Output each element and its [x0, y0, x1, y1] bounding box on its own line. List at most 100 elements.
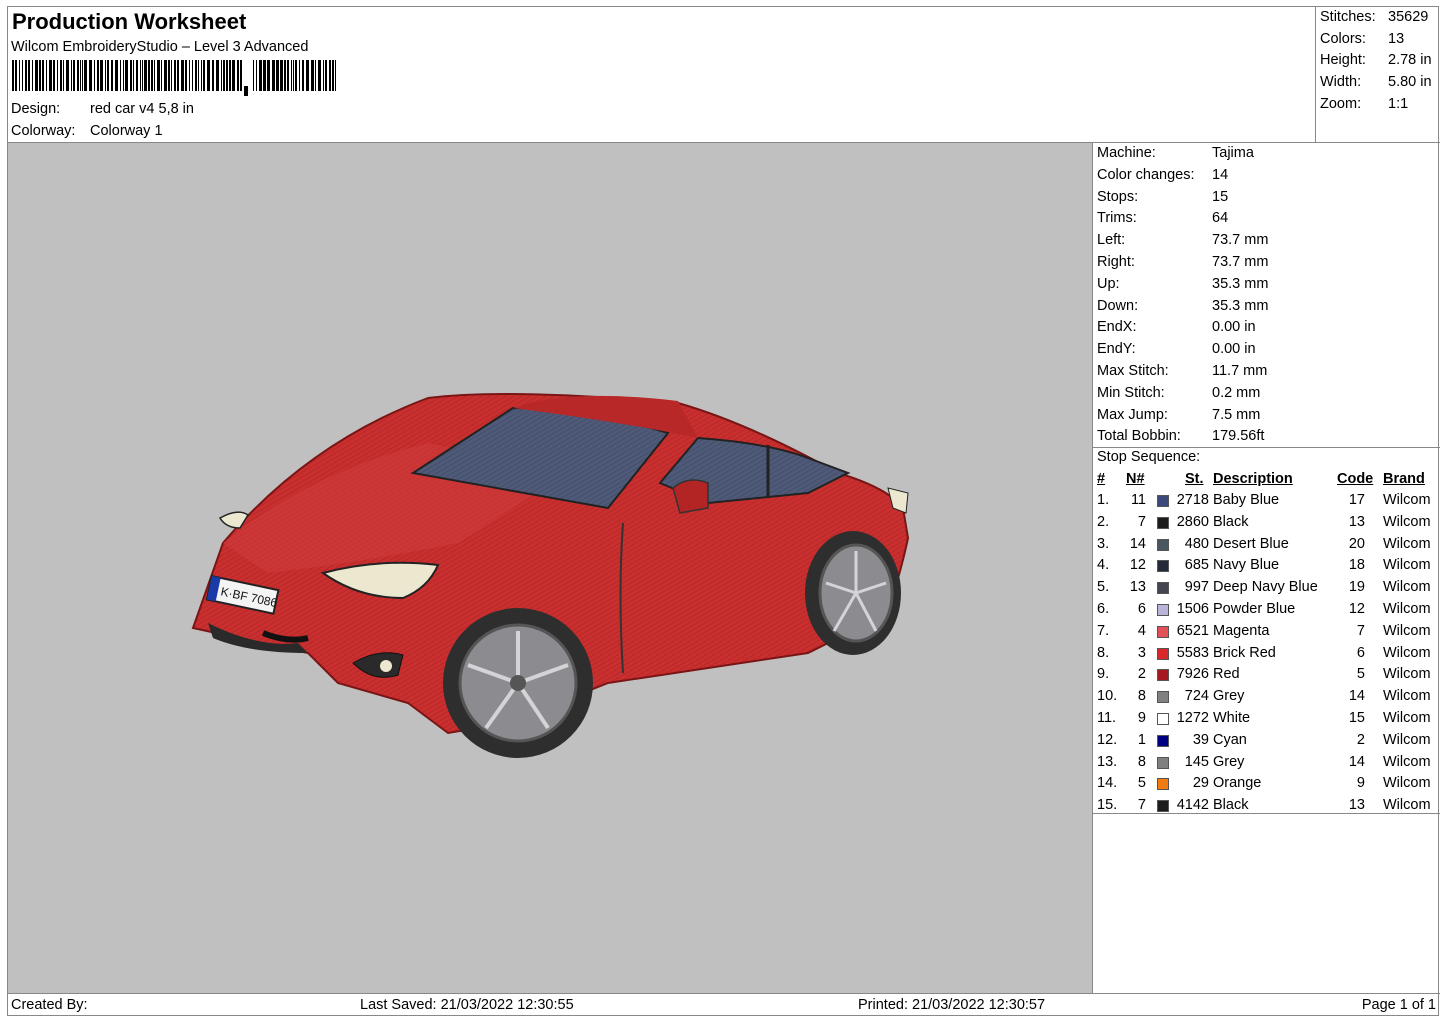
row-needle: 9	[1137, 710, 1146, 726]
stop-sequence-title: Stop Sequence:	[1097, 449, 1201, 465]
info-value: 0.00 in	[1212, 341, 1256, 358]
info-value: 7.5 mm	[1212, 406, 1261, 423]
row-code: 15	[1348, 710, 1365, 726]
info-value: 0.00 in	[1212, 319, 1256, 336]
row-code: 2	[1356, 731, 1365, 748]
zoom-row: Zoom: 1:1	[1320, 96, 1408, 112]
row-code: 6	[1356, 644, 1365, 661]
production-worksheet: Production Worksheet Wilcom EmbroiderySt…	[7, 6, 1440, 1016]
col-needle: N#	[1126, 471, 1145, 487]
row-stitches: 1506	[1176, 601, 1209, 617]
info-label: Left:	[1097, 232, 1126, 249]
row-needle: 14	[1129, 535, 1146, 552]
info-label: Max Jump:	[1097, 406, 1168, 423]
info-label: EndY:	[1097, 341, 1136, 358]
info-value: 64	[1212, 210, 1229, 227]
machine-info-row: Max Jump: 7.5 mm	[1097, 407, 1260, 423]
row-description: Grey	[1213, 688, 1245, 705]
divider	[1093, 813, 1440, 814]
width-label: Width:	[1320, 74, 1362, 90]
row-stitches: 685	[1184, 557, 1209, 574]
row-brand: Wilcom	[1383, 775, 1431, 792]
row-code: 7	[1356, 622, 1365, 639]
row-description: Navy Blue	[1213, 557, 1280, 574]
row-num: 2.	[1097, 513, 1110, 530]
row-num: 12.	[1097, 731, 1118, 748]
col-stitches: St.	[1185, 471, 1204, 487]
info-label: Color changes:	[1097, 166, 1195, 183]
machine-info-row: Left: 73.7 mm	[1097, 232, 1268, 248]
row-code: 13	[1348, 797, 1365, 814]
machine-info-row: Stops: 15	[1097, 189, 1228, 205]
colors-label: Colors:	[1320, 31, 1366, 47]
machine-info-row: EndX: 0.00 in	[1097, 319, 1256, 335]
row-num: 15.	[1097, 797, 1118, 814]
row-code: 18	[1348, 557, 1365, 574]
zoom-label: Zoom:	[1320, 96, 1362, 112]
stop-sequence-row: 13. 8 145 Grey 14 Wilcom	[1097, 754, 1437, 775]
colorway-row: Colorway: Colorway 1	[11, 123, 163, 139]
row-code: 17	[1348, 492, 1365, 508]
colorway-value: Colorway 1	[90, 123, 163, 139]
info-value: 73.7 mm	[1212, 254, 1269, 270]
row-num: 6.	[1097, 601, 1110, 617]
row-description: Grey	[1213, 753, 1245, 770]
row-needle: 13	[1129, 579, 1146, 596]
row-stitches: 39	[1192, 731, 1209, 748]
info-label: EndX:	[1097, 319, 1137, 336]
row-code: 19	[1348, 579, 1365, 596]
row-needle: 4	[1137, 622, 1146, 639]
stop-sequence-row: 3. 14 480 Desert Blue 20 Wilcom	[1097, 536, 1437, 557]
summary-panel: Stitches: 35629 Colors: 13 Height: 2.78 in …	[1315, 7, 1440, 143]
row-brand: Wilcom	[1383, 644, 1431, 661]
row-brand: Wilcom	[1383, 513, 1431, 530]
col-num: #	[1097, 471, 1106, 487]
stitches-row: Stitches: 35629	[1320, 9, 1428, 25]
colors-row: Colors: 13	[1320, 31, 1404, 47]
info-value: 179.56ft	[1212, 428, 1265, 445]
machine-info-row: Total Bobbin: 179.56ft	[1097, 428, 1264, 444]
row-stitches: 4142	[1176, 797, 1209, 814]
info-label: Stops:	[1097, 188, 1139, 205]
machine-info-row: Up: 35.3 mm	[1097, 276, 1268, 292]
info-label: Max Stitch:	[1097, 363, 1169, 379]
row-num: 14.	[1097, 775, 1118, 792]
row-stitches: 1272	[1176, 710, 1209, 726]
machine-info-row: Right: 73.7 mm	[1097, 254, 1268, 270]
zoom-value: 1:1	[1388, 96, 1409, 112]
width-row: Width: 5.80 in	[1320, 74, 1432, 90]
info-label: Up:	[1097, 275, 1120, 292]
row-needle: 12	[1129, 557, 1146, 574]
car-embroidery-image: K·BF 7086	[191, 393, 910, 758]
height-label: Height:	[1320, 52, 1366, 68]
row-num: 3.	[1097, 535, 1110, 552]
page-number: Page 1 of 1	[1361, 997, 1436, 1013]
row-stitches: 480	[1184, 535, 1209, 552]
row-description: Red	[1213, 666, 1240, 683]
row-brand: Wilcom	[1383, 753, 1431, 770]
row-needle: 6	[1137, 601, 1146, 617]
row-stitches: 145	[1184, 753, 1209, 770]
info-label: Down:	[1097, 297, 1139, 314]
machine-info-row: Trims: 64	[1097, 210, 1228, 226]
info-value: 14	[1212, 166, 1229, 183]
created-by: Created By:	[11, 997, 88, 1013]
info-label: Trims:	[1097, 210, 1137, 227]
col-code: Code	[1337, 471, 1374, 487]
info-label: Min Stitch:	[1097, 384, 1165, 401]
info-value: 35.3 mm	[1212, 275, 1269, 292]
row-brand: Wilcom	[1383, 535, 1431, 552]
stop-sequence-row: 15. 7 4142 Black 13 Wilcom	[1097, 797, 1437, 818]
row-code: 20	[1348, 535, 1365, 552]
info-value: 11.7 mm	[1212, 363, 1268, 379]
machine-info-row: EndY: 0.00 in	[1097, 341, 1256, 357]
stop-sequence-row: 6. 6 1506 Powder Blue 12 Wilcom	[1097, 601, 1437, 622]
info-value: 15	[1212, 188, 1229, 205]
design-row: Design: red car v4 5,8 in	[11, 101, 194, 117]
row-description: White	[1213, 710, 1251, 726]
row-num: 8.	[1097, 644, 1110, 661]
row-num: 9.	[1097, 666, 1110, 683]
info-label: Right:	[1097, 254, 1135, 270]
row-description: Cyan	[1213, 731, 1247, 748]
row-needle: 7	[1137, 797, 1146, 814]
